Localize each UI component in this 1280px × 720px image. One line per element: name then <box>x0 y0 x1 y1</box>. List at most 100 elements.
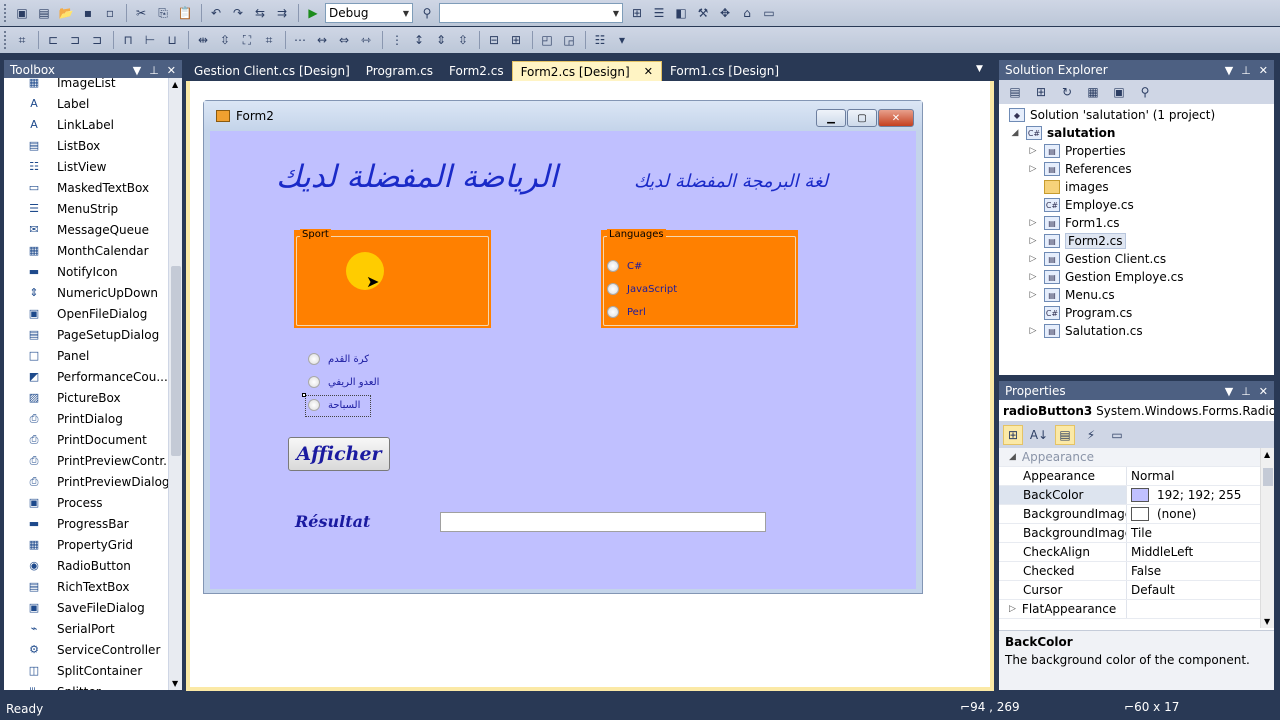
properties-window-icon[interactable]: ☰ <box>649 3 669 23</box>
tree-item[interactable]: ▷ ▤ Form1.cs <box>999 214 1274 232</box>
scroll-down-icon[interactable]: ▼ <box>172 679 178 688</box>
collapse-arrow-icon[interactable]: ◢ <box>1009 452 1016 462</box>
view-designer-icon[interactable]: ▣ <box>1109 82 1129 102</box>
vertical-spacing-equal-icon[interactable]: ⋮ <box>387 30 407 50</box>
start-page-icon[interactable]: ⌂ <box>737 3 757 23</box>
toolbox-item[interactable]: ⎙ PrintPreviewContr... <box>4 450 182 471</box>
tab-document[interactable]: Gestion Client.cs [Design] <box>186 61 358 81</box>
add-item-icon[interactable]: ▤ <box>34 3 54 23</box>
extension-icon[interactable]: ✥ <box>715 3 735 23</box>
center-horizontally-icon[interactable]: ⊟ <box>484 30 504 50</box>
toolbar-grip[interactable] <box>4 31 8 49</box>
categorized-icon[interactable]: ⊞ <box>1003 425 1023 445</box>
property-value[interactable]: Default <box>1127 581 1274 599</box>
tree-item[interactable]: ▷ ▤ References <box>999 160 1274 178</box>
toolbox-item[interactable]: ◩ PerformanceCou... <box>4 366 182 387</box>
close-icon[interactable]: ✕ <box>878 109 914 127</box>
toolbox-item[interactable]: ▬ ProgressBar <box>4 513 182 534</box>
property-row[interactable]: Appearance Normal <box>999 467 1274 486</box>
vertical-spacing-increase-icon[interactable]: ↕ <box>409 30 429 50</box>
toolbox-item[interactable]: ▣ SaveFileDialog <box>4 597 182 618</box>
paste-icon[interactable]: 📋 <box>175 3 195 23</box>
property-row[interactable]: ▷ FlatAppearance <box>999 600 1274 619</box>
close-icon[interactable]: ✕ <box>167 64 176 77</box>
horizontal-spacing-increase-icon[interactable]: ↔ <box>312 30 332 50</box>
tree-item[interactable]: ▷ ▤ Properties <box>999 142 1274 160</box>
horizontal-spacing-equal-icon[interactable]: ⋯ <box>290 30 310 50</box>
property-value[interactable]: (none) <box>1127 505 1274 523</box>
size-to-grid-icon[interactable]: ⌗ <box>259 30 279 50</box>
tab-document[interactable]: Form2.cs [Design] ✕ <box>511 61 662 81</box>
property-value[interactable]: 192; 192; 255 <box>1127 486 1274 504</box>
undo-icon[interactable]: ↶ <box>206 3 226 23</box>
toolbox-item[interactable]: □ Panel <box>4 345 182 366</box>
expand-arrow-icon[interactable]: ▷ <box>1027 272 1039 282</box>
radio-circle[interactable] <box>308 353 320 365</box>
new-project-icon[interactable]: ▣ <box>12 3 32 23</box>
radio-circle[interactable] <box>607 283 619 295</box>
radio-javascript[interactable]: JavaScript <box>607 283 677 295</box>
radio-football[interactable]: كرة القدم <box>308 353 369 365</box>
make-same-size-icon[interactable]: ⛶ <box>237 30 257 50</box>
align-to-grid-icon[interactable]: ⌗ <box>12 30 32 50</box>
radio-circle[interactable] <box>607 260 619 272</box>
toolbox-item[interactable]: ⚙ ServiceController <box>4 639 182 660</box>
navigate-icon[interactable]: ⇆ <box>250 3 270 23</box>
tree-item[interactable]: images <box>999 178 1274 196</box>
dropdown-icon[interactable]: ▼ <box>1225 385 1233 398</box>
toolbox-item[interactable]: ▣ Process <box>4 492 182 513</box>
center-vertically-icon[interactable]: ⊞ <box>506 30 526 50</box>
property-row[interactable]: Cursor Default <box>999 581 1274 600</box>
form2-window[interactable]: Form2 ▁ ▢ ✕ الرياضة المفضلة لديك لغة الب… <box>203 100 923 594</box>
align-centers-icon[interactable]: ⊐ <box>65 30 85 50</box>
property-value[interactable]: False <box>1127 562 1274 580</box>
minimize-icon[interactable]: ▁ <box>816 109 846 127</box>
expand-arrow-icon[interactable]: ▷ <box>1027 164 1039 174</box>
pin-icon[interactable]: ⊥ <box>1241 64 1251 77</box>
radio-circle[interactable] <box>308 376 320 388</box>
alphabetical-icon[interactable]: A↓ <box>1029 425 1049 445</box>
toolbox-item[interactable]: ⎙ PrintDialog <box>4 408 182 429</box>
languages-groupbox[interactable]: Languages C# JavaScript Perl <box>600 229 799 329</box>
property-value[interactable] <box>1127 600 1274 618</box>
tree-item[interactable]: ▷ ▤ Gestion Client.cs <box>999 250 1274 268</box>
tree-solution[interactable]: ◆ Solution 'salutation' (1 project) <box>999 106 1274 124</box>
property-row[interactable]: BackgroundImageL Tile <box>999 524 1274 543</box>
save-all-icon[interactable]: ▫ <box>100 3 120 23</box>
pin-icon[interactable]: ⊥ <box>149 64 159 77</box>
toolbox-item[interactable]: ▤ ListBox <box>4 135 182 156</box>
solution-explorer-icon[interactable]: ⊞ <box>627 3 647 23</box>
horizontal-spacing-decrease-icon[interactable]: ⇔ <box>334 30 354 50</box>
class-diagram-icon[interactable]: ⚲ <box>1135 82 1155 102</box>
expand-arrow-icon[interactable]: ▷ <box>1027 236 1039 246</box>
solution-config-combo[interactable]: Debug ▼ <box>325 3 413 23</box>
redo-icon[interactable]: ↷ <box>228 3 248 23</box>
tree-item[interactable]: C# Employe.cs <box>999 196 1274 214</box>
tab-document[interactable]: Form1.cs [Design] <box>662 61 787 81</box>
toolbox-item[interactable]: ✉ MessageQueue <box>4 219 182 240</box>
bring-to-front-icon[interactable]: ◰ <box>537 30 557 50</box>
tree-project[interactable]: ◢ C# salutation <box>999 124 1274 142</box>
tab-document[interactable]: Form2.cs <box>441 61 512 81</box>
tree-item[interactable]: ▷ ▤ Form2.cs <box>999 232 1274 250</box>
toolbox-item[interactable]: A Label <box>4 93 182 114</box>
radio-circle[interactable] <box>308 399 320 411</box>
toolbox-item[interactable]: ⎙ PrintDocument <box>4 429 182 450</box>
sport-groupbox[interactable]: Sport ➤ <box>293 229 492 329</box>
find-combo[interactable]: ▼ <box>439 3 623 23</box>
toolbox-item[interactable]: ◫ SplitContainer <box>4 660 182 681</box>
toolbox-item[interactable]: ▭ MaskedTextBox <box>4 177 182 198</box>
command-window-icon[interactable]: ▭ <box>759 3 779 23</box>
resultat-textbox[interactable] <box>440 512 766 532</box>
tab-document[interactable]: Program.cs <box>358 61 441 81</box>
scrollbar-thumb[interactable] <box>1263 468 1273 486</box>
refresh-icon[interactable]: ↻ <box>1057 82 1077 102</box>
expand-arrow-icon[interactable]: ▷ <box>1009 604 1016 614</box>
toolbar-options-icon[interactable]: ▾ <box>612 30 632 50</box>
align-tops-icon[interactable]: ⊓ <box>118 30 138 50</box>
toolbar-grip[interactable] <box>4 4 8 22</box>
radio-csharp[interactable]: C# <box>607 260 642 272</box>
scroll-down-icon[interactable]: ▼ <box>1264 617 1270 626</box>
radio-circle[interactable] <box>607 306 619 318</box>
selection-handle[interactable] <box>302 393 306 397</box>
